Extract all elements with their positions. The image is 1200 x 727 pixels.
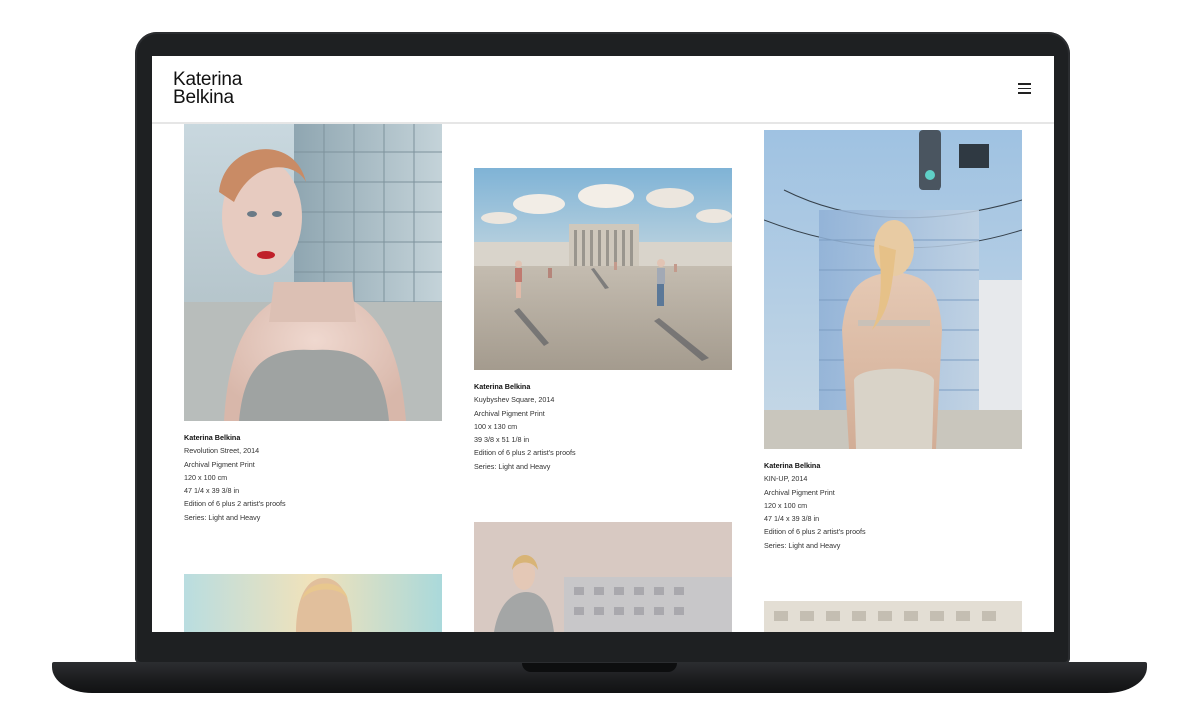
caption-series: Series: Light and Heavy [184, 512, 261, 522]
caption-artist: Katerina Belkina [474, 382, 531, 391]
artwork-image-partial[interactable] [474, 522, 732, 632]
caption-artist: Katerina Belkina [764, 461, 821, 470]
artwork-image-kin-up[interactable] [764, 130, 1022, 449]
caption-title: KIN-UP, 2014 [764, 474, 808, 484]
caption-artist: Katerina Belkina [184, 433, 241, 442]
caption-size-cm: 100 x 130 cm [474, 421, 518, 431]
browser-screen: Katerina Belkina Katerina Belkina Revolu… [152, 56, 1054, 632]
caption-series: Series: Light and Heavy [764, 540, 841, 550]
caption-edition: Edition of 6 plus 2 artist's proofs [474, 448, 576, 458]
artwork-image-partial[interactable] [184, 574, 442, 632]
artwork-caption: Katerina Belkina KIN-UP, 2014 Archival P… [764, 459, 866, 552]
caption-size-cm: 120 x 100 cm [184, 472, 228, 482]
caption-edition: Edition of 6 plus 2 artist's proofs [184, 499, 286, 509]
caption-size-in: 39 3/8 x 51 1/8 in [474, 435, 530, 445]
caption-edition: Edition of 6 plus 2 artist's proofs [764, 527, 866, 537]
caption-series: Series: Light and Heavy [474, 461, 551, 471]
laptop-notch [522, 663, 677, 672]
artwork-image-partial[interactable] [764, 601, 1022, 632]
caption-medium: Archival Pigment Print [764, 487, 835, 497]
caption-title: Kuybyshev Square, 2014 [474, 395, 555, 405]
caption-size-in: 47 1/4 x 39 3/8 in [764, 514, 820, 524]
artwork-caption: Katerina Belkina Kuybyshev Square, 2014 … [474, 380, 576, 473]
hamburger-menu-icon[interactable] [1018, 83, 1032, 95]
artwork-image-revolution-street[interactable] [184, 122, 442, 421]
caption-size-cm: 120 x 100 cm [764, 500, 808, 510]
caption-title: Revolution Street, 2014 [184, 446, 260, 456]
artwork-image-kuybyshev-square[interactable] [474, 168, 732, 370]
logo-line-2: Belkina [173, 87, 234, 108]
caption-medium: Archival Pigment Print [474, 408, 545, 418]
site-logo[interactable]: Katerina Belkina [173, 70, 242, 108]
artwork-caption: Katerina Belkina Revolution Street, 2014… [184, 431, 286, 524]
caption-medium: Archival Pigment Print [184, 459, 255, 469]
site-header: Katerina Belkina [152, 56, 1054, 124]
caption-size-in: 47 1/4 x 39 3/8 in [184, 486, 240, 496]
